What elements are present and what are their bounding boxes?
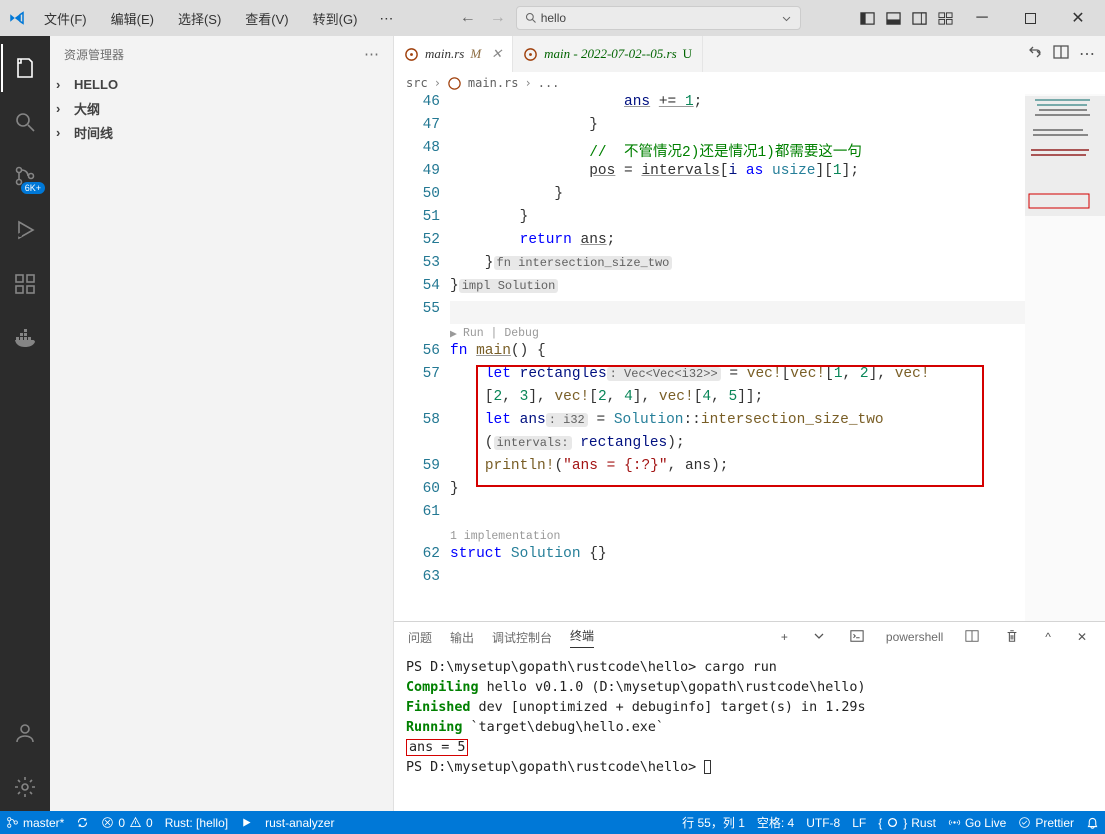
terminal-shell-name: powershell	[886, 630, 943, 644]
rust-analyzer-status[interactable]: rust-analyzer	[265, 816, 334, 830]
menu-more-icon[interactable]: ⋯	[371, 6, 401, 31]
rust-file-icon	[404, 47, 419, 62]
account-icon[interactable]	[1, 709, 49, 757]
language-status[interactable]: {} Rust	[878, 816, 936, 830]
vscode-logo-icon	[4, 9, 30, 27]
sidebar: 资源管理器 ⋯ ›HELLO ›大纲 ›时间线	[50, 36, 394, 811]
section-outline[interactable]: ›大纲	[50, 96, 393, 120]
sidebar-title: 资源管理器	[64, 46, 124, 63]
maximize-icon[interactable]	[1007, 3, 1053, 33]
editor-tabs: main.rs M ✕ main - 2022-07-02--05.rs U ⋯	[394, 36, 1105, 72]
branch-status[interactable]: master*	[6, 816, 64, 830]
tab-close-icon[interactable]: ✕	[491, 46, 502, 62]
split-editor-icon[interactable]	[1053, 44, 1069, 65]
section-hello[interactable]: ›HELLO	[50, 72, 393, 96]
menu-goto[interactable]: 转到(G)	[303, 5, 368, 32]
compare-icon[interactable]	[1027, 44, 1043, 65]
settings-icon[interactable]	[1, 763, 49, 811]
terminal-dropdown-icon[interactable]	[810, 630, 828, 644]
status-bar: master* 0 0 Rust: [hello] rust-analyzer …	[0, 811, 1105, 834]
rust-project-status[interactable]: Rust: [hello]	[165, 816, 228, 830]
layout-primary-icon[interactable]	[855, 6, 879, 30]
menu-file[interactable]: 文件(F)	[34, 5, 97, 32]
panel-tab-output[interactable]: 输出	[450, 629, 474, 646]
search-text: hello	[541, 11, 777, 25]
indent-status[interactable]: 空格: 4	[757, 814, 794, 831]
nav-forward-icon: →	[486, 6, 510, 30]
rust-file-icon	[523, 47, 538, 62]
search-tab-icon[interactable]	[1, 98, 49, 146]
highlight-box-output: ans = 5	[406, 739, 468, 756]
menu-select[interactable]: 选择(S)	[168, 5, 231, 32]
run-debug-icon[interactable]	[1, 206, 49, 254]
kill-terminal-icon[interactable]	[1001, 629, 1023, 646]
chevron-down-icon	[781, 13, 792, 24]
highlight-box-main	[476, 365, 984, 487]
command-center[interactable]: hello	[516, 6, 801, 30]
panel-tab-terminal[interactable]: 终端	[570, 627, 594, 648]
menu-edit[interactable]: 编辑(E)	[101, 5, 164, 32]
new-terminal-icon[interactable]: +	[777, 630, 792, 644]
line-numbers: 46 47 48 49 50 51 52 53 54 55 56 57 58 5…	[394, 94, 450, 621]
panel: 问题 输出 调试控制台 终端 + powershell ^ ✕ PS D:\my…	[394, 621, 1105, 811]
source-control-icon[interactable]: 6K+	[1, 152, 49, 200]
notifications-icon[interactable]	[1086, 816, 1099, 829]
sidebar-more-icon[interactable]: ⋯	[364, 45, 379, 63]
codelens-run-debug[interactable]: Run | Debug	[463, 327, 539, 340]
go-live-status[interactable]: Go Live	[948, 816, 1006, 830]
layout-secondary-icon[interactable]	[907, 6, 931, 30]
section-timeline[interactable]: ›时间线	[50, 120, 393, 144]
minimap[interactable]	[1025, 94, 1105, 621]
layout-panel-icon[interactable]	[881, 6, 905, 30]
terminal-content[interactable]: PS D:\mysetup\gopath\rustcode\hello> car…	[394, 652, 1105, 811]
activity-bar: 6K+	[0, 36, 50, 811]
titlebar: 文件(F) 编辑(E) 选择(S) 查看(V) 转到(G) ⋯ ← → hell…	[0, 0, 1105, 36]
rust-file-icon	[447, 76, 462, 91]
prettier-status[interactable]: Prettier	[1018, 816, 1074, 830]
breadcrumb[interactable]: src › main.rs › ...	[394, 72, 1105, 94]
panel-maximize-icon[interactable]: ^	[1041, 630, 1055, 644]
sync-status[interactable]	[76, 816, 89, 829]
tab-main-backup[interactable]: main - 2022-07-02--05.rs U	[513, 36, 703, 72]
explorer-icon[interactable]	[1, 44, 49, 92]
split-terminal-icon[interactable]	[961, 629, 983, 646]
panel-close-icon[interactable]: ✕	[1073, 630, 1091, 644]
eol-status[interactable]: LF	[852, 816, 866, 830]
nav-back-icon[interactable]: ←	[456, 6, 480, 30]
search-icon	[525, 12, 537, 24]
errors-status[interactable]: 0 0	[101, 816, 152, 830]
panel-tab-problems[interactable]: 问题	[408, 629, 432, 646]
codelens-impl[interactable]: 1 implementation	[450, 530, 560, 543]
editor-area: main.rs M ✕ main - 2022-07-02--05.rs U ⋯…	[394, 36, 1105, 811]
code-editor[interactable]: 46 47 48 49 50 51 52 53 54 55 56 57 58 5…	[394, 94, 1105, 621]
panel-tab-debug[interactable]: 调试控制台	[492, 629, 552, 646]
tab-more-icon[interactable]: ⋯	[1079, 44, 1095, 64]
minimize-icon[interactable]: ─	[959, 3, 1005, 33]
menu-view[interactable]: 查看(V)	[235, 5, 298, 32]
cursor-position[interactable]: 行 55，列 1	[682, 814, 745, 831]
rust-analyzer-play-icon[interactable]	[240, 816, 253, 829]
docker-icon[interactable]	[1, 314, 49, 362]
encoding-status[interactable]: UTF-8	[806, 816, 840, 830]
code-content[interactable]: ans += 1; } // 不管情况2)还是情况1)都需要这一句 pos = …	[450, 94, 1105, 621]
close-icon[interactable]: ✕	[1055, 3, 1101, 33]
extensions-icon[interactable]	[1, 260, 49, 308]
layout-customize-icon[interactable]	[933, 6, 957, 30]
terminal-shell-icon[interactable]	[846, 629, 868, 646]
tab-main-rs[interactable]: main.rs M ✕	[394, 36, 513, 72]
